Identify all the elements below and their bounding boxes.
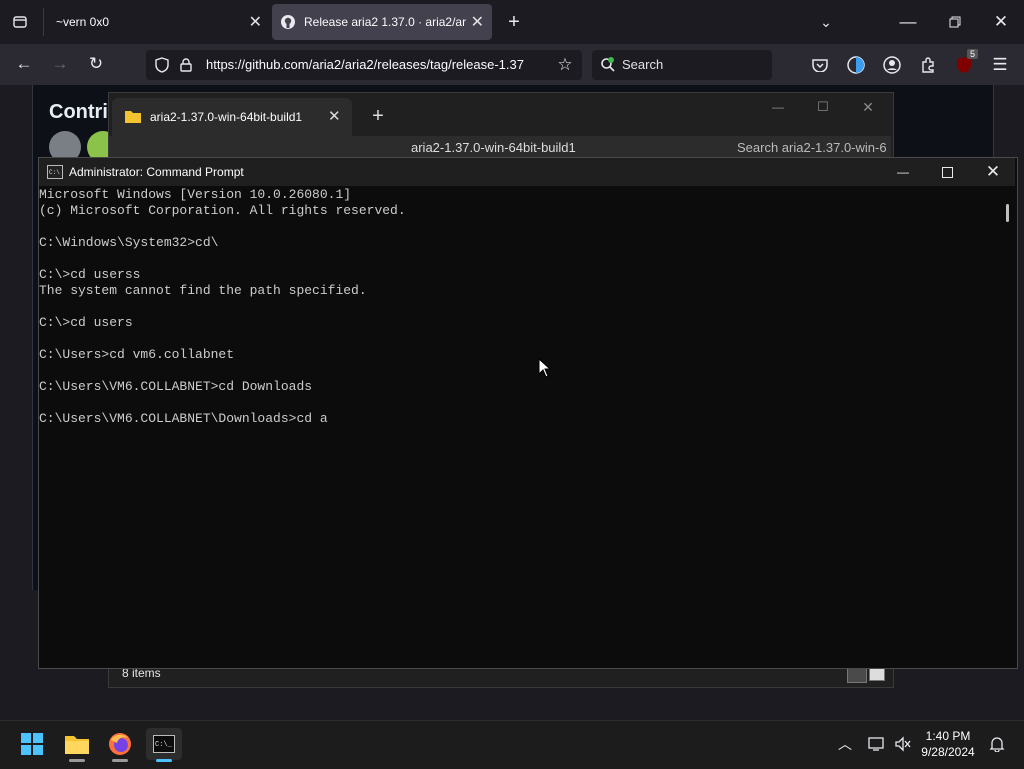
browser-tab-bar: ~vern 0x0 ✕ Release aria2 1.37.0 · aria2… (0, 0, 1024, 44)
explorer-nav-bar: aria2-1.37.0-win-64bit-build1 Search ari… (109, 136, 891, 158)
search-icon (598, 54, 618, 76)
maximize-icon[interactable]: ☐ (811, 96, 835, 118)
explorer-tab-label: aria2-1.37.0-win-64bit-build1 (150, 110, 303, 124)
tab-aria2-release[interactable]: Release aria2 1.37.0 · aria2/aria2 ✕ (272, 4, 492, 40)
clock-date: 9/28/2024 (921, 745, 975, 759)
tab-label: Release aria2 1.37.0 · aria2/aria2 (304, 15, 466, 29)
menu-icon[interactable]: ☰ (988, 53, 1012, 77)
close-window-icon[interactable]: ✕ (856, 96, 880, 118)
clock[interactable]: 1:40 PM 9/28/2024 (912, 728, 984, 760)
reload-icon[interactable]: ↻ (84, 52, 108, 76)
shield-icon[interactable] (152, 54, 172, 76)
start-windows-icon[interactable] (14, 728, 50, 760)
cmd-taskbar-icon[interactable]: C:\_ (146, 728, 182, 762)
forward-icon[interactable]: → (48, 52, 72, 76)
tab-vern[interactable]: ~vern 0x0 ✕ (44, 0, 270, 44)
url-text[interactable]: https://github.com/aria2/aria2/releases/… (206, 57, 546, 72)
folder-icon (125, 111, 141, 123)
ublock-origin-icon[interactable]: 5 (952, 49, 978, 77)
close-icon[interactable]: ✕ (471, 12, 484, 32)
maximize-icon[interactable] (935, 161, 959, 183)
minimize-icon[interactable]: — (896, 10, 920, 34)
volume-muted-icon[interactable] (892, 732, 914, 756)
close-icon[interactable]: ✕ (328, 107, 341, 125)
cmd-title-bar[interactable]: C:\ Administrator: Command Prompt — ✕ (39, 158, 1015, 186)
explorer-tab[interactable]: aria2-1.37.0-win-64bit-build1 ✕ (112, 98, 352, 136)
search-placeholder: Search (622, 57, 664, 72)
tab-label: ~vern 0x0 (56, 15, 110, 29)
lock-icon[interactable] (176, 54, 196, 76)
svg-text:C:\: C:\ (49, 169, 60, 176)
list-all-tabs-icon[interactable]: ⌄ (814, 10, 838, 34)
file-explorer-icon[interactable] (59, 728, 95, 762)
scrollbar[interactable] (1003, 188, 1015, 665)
url-bar[interactable]: https://github.com/aria2/aria2/releases/… (146, 50, 582, 80)
close-icon[interactable]: ✕ (249, 12, 262, 32)
clock-time: 1:40 PM (925, 729, 971, 743)
back-icon[interactable]: ← (12, 52, 36, 76)
extensions-icon[interactable] (916, 53, 940, 77)
notification-bell-icon[interactable] (986, 732, 1008, 756)
cmd-title: Administrator: Command Prompt (69, 165, 244, 179)
contributors-heading: Contri (49, 101, 108, 123)
firefox-view-icon[interactable] (8, 10, 32, 34)
cmd-output[interactable]: Microsoft Windows [Version 10.0.26080.1]… (39, 187, 999, 665)
close-window-icon[interactable]: ✕ (981, 161, 1005, 183)
chevron-up-icon[interactable]: ︿ (834, 732, 856, 756)
cmd-icon: C:\ (47, 165, 63, 179)
explorer-search[interactable]: Search aria2-1.37.0-win-6 (737, 140, 891, 155)
extension-badge: 5 (966, 49, 978, 59)
scrollbar-thumb[interactable] (1006, 204, 1009, 222)
restore-icon[interactable] (943, 10, 967, 34)
account-icon[interactable] (880, 53, 904, 77)
network-icon[interactable] (866, 732, 888, 756)
pocket-icon[interactable] (808, 53, 832, 77)
svg-text:C:\_: C:\_ (155, 741, 173, 749)
minimize-icon[interactable]: — (891, 161, 915, 183)
mouse-cursor-icon (538, 358, 552, 378)
explorer-address[interactable]: aria2-1.37.0-win-64bit-build1 (411, 140, 576, 155)
github-icon (281, 15, 295, 29)
minimize-icon[interactable]: — (766, 96, 790, 118)
new-tab-icon[interactable]: + (366, 104, 390, 128)
new-tab-icon[interactable]: + (502, 10, 526, 34)
bookmark-star-icon[interactable]: ☆ (554, 54, 576, 76)
search-bar[interactable]: Search (592, 50, 772, 80)
close-window-icon[interactable]: ✕ (989, 10, 1013, 34)
firefox-icon[interactable] (102, 728, 138, 762)
dark-reader-icon[interactable] (844, 53, 868, 77)
